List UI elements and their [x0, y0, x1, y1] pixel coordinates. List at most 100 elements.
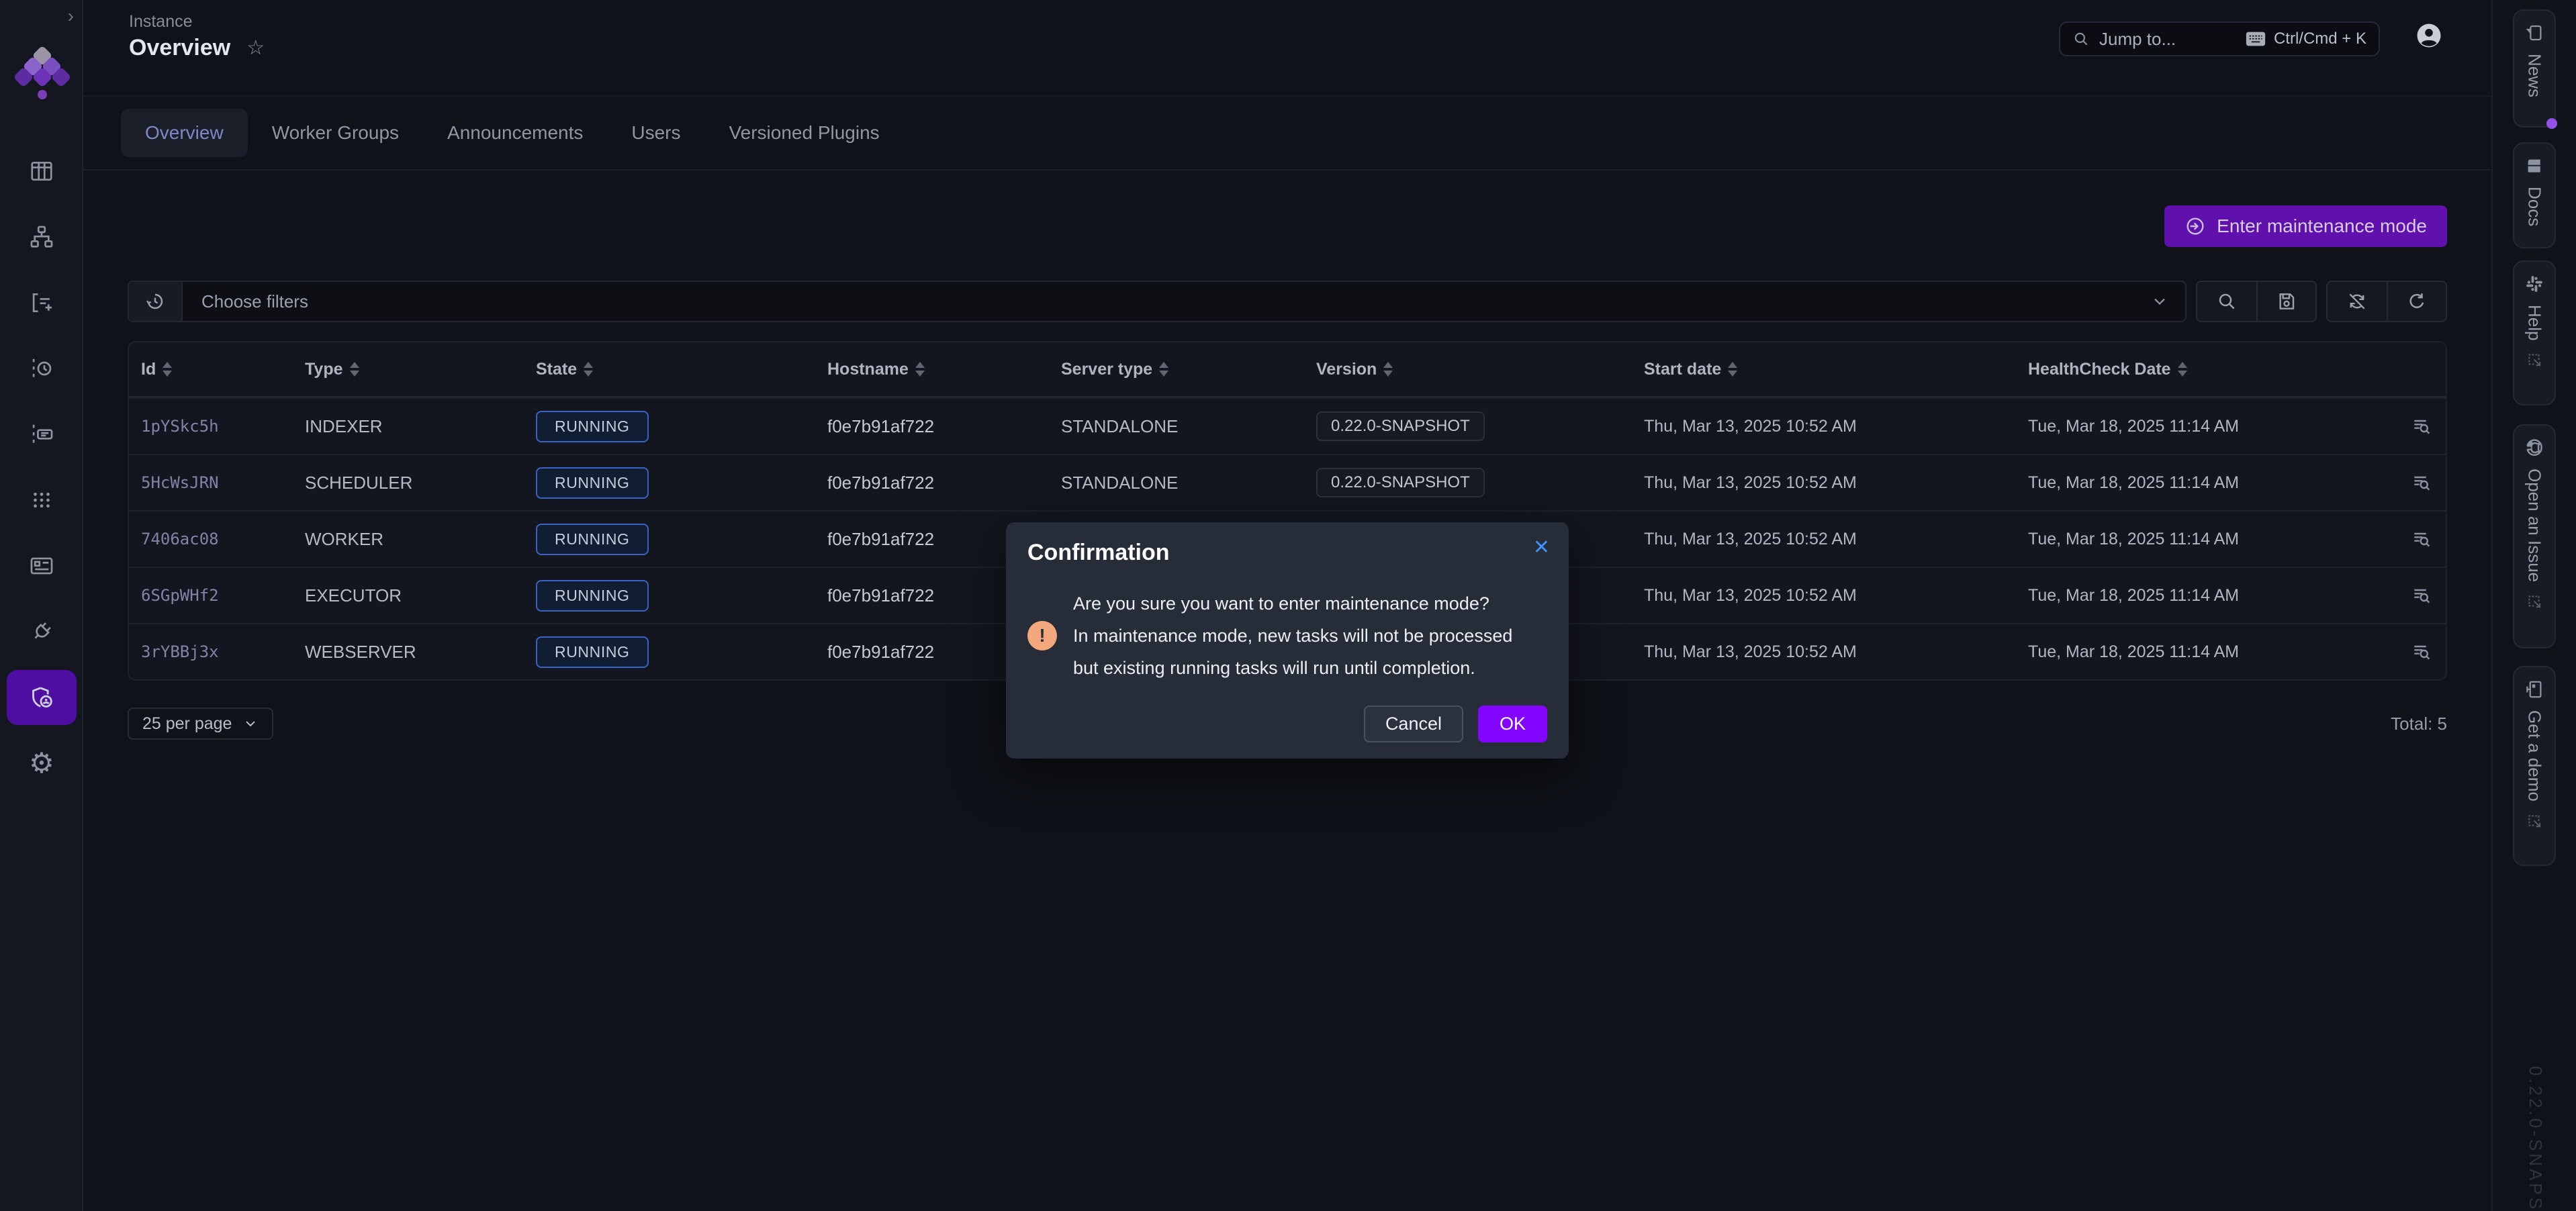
- cell-id[interactable]: 7406ac08: [141, 530, 305, 548]
- cancel-button[interactable]: Cancel: [1364, 706, 1463, 742]
- tab-announcements[interactable]: Announcements: [423, 109, 607, 157]
- cell-healthcheck-date: Tue, Mar 18, 2025 11:14 AM: [2028, 473, 2371, 493]
- state-badge[interactable]: RUNNING: [536, 411, 649, 442]
- col-header-id[interactable]: Id: [141, 360, 305, 379]
- col-header-version[interactable]: Version: [1316, 360, 1644, 379]
- cell-id[interactable]: 6SGpWHf2: [141, 586, 305, 605]
- rail-tab-get-demo[interactable]: Get a demo: [2513, 666, 2556, 866]
- kestra-logo[interactable]: [16, 48, 67, 102]
- shield-account-icon: [28, 684, 55, 711]
- close-icon[interactable]: ✕: [1533, 536, 1550, 559]
- cell-id[interactable]: 1pYSkc5h: [141, 417, 305, 436]
- state-badge[interactable]: RUNNING: [536, 636, 649, 668]
- sort-icon: [1728, 362, 1737, 377]
- login-circle-icon: [2184, 215, 2206, 237]
- tab-overview[interactable]: Overview: [121, 109, 248, 157]
- favorite-star-icon[interactable]: ☆: [246, 36, 265, 60]
- sidebar-item-settings[interactable]: ⚙: [0, 730, 83, 796]
- col-header-healthcheck[interactable]: HealthCheck Date: [2028, 360, 2371, 379]
- sitemap-icon: [29, 224, 54, 250]
- cell-type: WEBSERVER: [305, 642, 536, 663]
- refresh-icon: [2406, 291, 2428, 312]
- state-badge[interactable]: RUNNING: [536, 580, 649, 612]
- row-logs-button[interactable]: [2371, 641, 2432, 663]
- col-header-hostname[interactable]: Hostname: [827, 360, 1061, 379]
- search-icon: [2216, 291, 2238, 312]
- filter-input[interactable]: Choose filters: [128, 281, 2187, 322]
- breadcrumb[interactable]: Instance: [129, 12, 193, 32]
- sidebar-item-flows[interactable]: [0, 204, 83, 270]
- content-save-icon: [2276, 291, 2297, 312]
- cell-id[interactable]: 3rYBBj3x: [141, 642, 305, 661]
- filter-bar: Choose filters: [128, 281, 2447, 322]
- open-in-new-icon: [2526, 351, 2543, 369]
- auto-refresh-off-button[interactable]: [2328, 282, 2387, 321]
- dots-grid-icon: [29, 487, 54, 513]
- filter-actions-group: [2196, 281, 2317, 322]
- search-placeholder: Jump to...: [2099, 29, 2236, 50]
- cell-healthcheck-date: Tue, Mar 18, 2025 11:14 AM: [2028, 417, 2371, 436]
- timeline-text-icon: [29, 422, 54, 447]
- row-logs-button[interactable]: [2371, 416, 2432, 437]
- col-header-state[interactable]: State: [536, 360, 827, 379]
- sidebar-nav: ⚙: [0, 138, 83, 796]
- state-badge[interactable]: RUNNING: [536, 467, 649, 499]
- chevron-down-icon: [242, 716, 259, 732]
- sidebar-item-dashboards[interactable]: [0, 138, 83, 204]
- tab-versioned-plugins[interactable]: Versioned Plugins: [705, 109, 904, 157]
- col-header-server-type[interactable]: Server type: [1061, 360, 1316, 379]
- history-icon: [144, 291, 166, 312]
- sidebar-item-namespaces[interactable]: [0, 401, 83, 467]
- user-avatar[interactable]: [2415, 21, 2443, 50]
- col-header-type[interactable]: Type: [305, 360, 536, 379]
- keyboard-icon: [2246, 31, 2266, 47]
- sync-off-icon: [2346, 291, 2368, 312]
- sidebar-item-executions[interactable]: [0, 270, 83, 336]
- message-icon: [2524, 23, 2544, 43]
- ok-button[interactable]: OK: [1478, 706, 1547, 742]
- modal-message: Are you sure you want to enter maintenan…: [1073, 587, 1512, 684]
- table-row[interactable]: 5HcWsJRN SCHEDULER RUNNING f0e7b91af722 …: [129, 454, 2446, 510]
- col-header-start-date[interactable]: Start date: [1644, 360, 2028, 379]
- cell-start-date: Thu, Mar 13, 2025 10:52 AM: [1644, 473, 2028, 493]
- per-page-select[interactable]: 25 per page: [128, 708, 273, 740]
- chevron-down-icon[interactable]: [2150, 292, 2169, 311]
- rail-tab-label: News: [2524, 54, 2545, 97]
- filter-search-button[interactable]: [2197, 282, 2256, 321]
- rail-tab-docs[interactable]: Docs: [2513, 142, 2556, 248]
- view-dashboard-icon: [29, 158, 54, 184]
- row-logs-button[interactable]: [2371, 528, 2432, 550]
- row-logs-button[interactable]: [2371, 585, 2432, 606]
- sidebar-collapse-icon[interactable]: ›: [68, 5, 74, 27]
- sidebar-item-administration[interactable]: [0, 665, 83, 730]
- topbar: Instance Overview ☆ Jump to...: [83, 0, 2491, 97]
- state-badge[interactable]: RUNNING: [536, 524, 649, 555]
- filter-history-button[interactable]: [129, 282, 183, 321]
- rail-tab-news[interactable]: News: [2513, 9, 2556, 128]
- blueprint-card-icon: [29, 553, 54, 579]
- rail-tab-open-issue[interactable]: Open an Issue: [2513, 424, 2556, 648]
- sidebar-item-blueprints[interactable]: [0, 533, 83, 599]
- save-filter-button[interactable]: [2256, 282, 2315, 321]
- cell-server-type: STANDALONE: [1061, 416, 1316, 437]
- sidebar-item-kv-store[interactable]: [0, 467, 83, 533]
- sidebar-item-logs[interactable]: [0, 336, 83, 401]
- row-logs-button[interactable]: [2371, 472, 2432, 493]
- confirmation-modal: Confirmation ✕ ! Are you sure you want t…: [1006, 522, 1569, 759]
- enter-maintenance-button[interactable]: Enter maintenance mode: [2164, 205, 2447, 247]
- sort-icon: [163, 362, 172, 377]
- cell-start-date: Thu, Mar 13, 2025 10:52 AM: [1644, 417, 2028, 436]
- open-in-new-icon: [2526, 593, 2543, 610]
- tab-worker-groups[interactable]: Worker Groups: [248, 109, 423, 157]
- table-row[interactable]: 1pYSkc5h INDEXER RUNNING f0e7b91af722 ST…: [129, 397, 2446, 454]
- filter-placeholder: Choose filters: [201, 291, 2150, 312]
- tab-users[interactable]: Users: [607, 109, 704, 157]
- jump-to-search[interactable]: Jump to... Ctrl/Cmd + K: [2059, 21, 2380, 56]
- rail-tab-label: Get a demo: [2524, 710, 2545, 802]
- cell-id[interactable]: 5HcWsJRN: [141, 473, 305, 492]
- rail-tab-help[interactable]: Help: [2513, 260, 2556, 405]
- cell-healthcheck-date: Tue, Mar 18, 2025 11:14 AM: [2028, 530, 2371, 549]
- cell-type: EXECUTOR: [305, 585, 536, 606]
- sidebar-item-plugins[interactable]: [0, 599, 83, 665]
- refresh-button[interactable]: [2387, 282, 2446, 321]
